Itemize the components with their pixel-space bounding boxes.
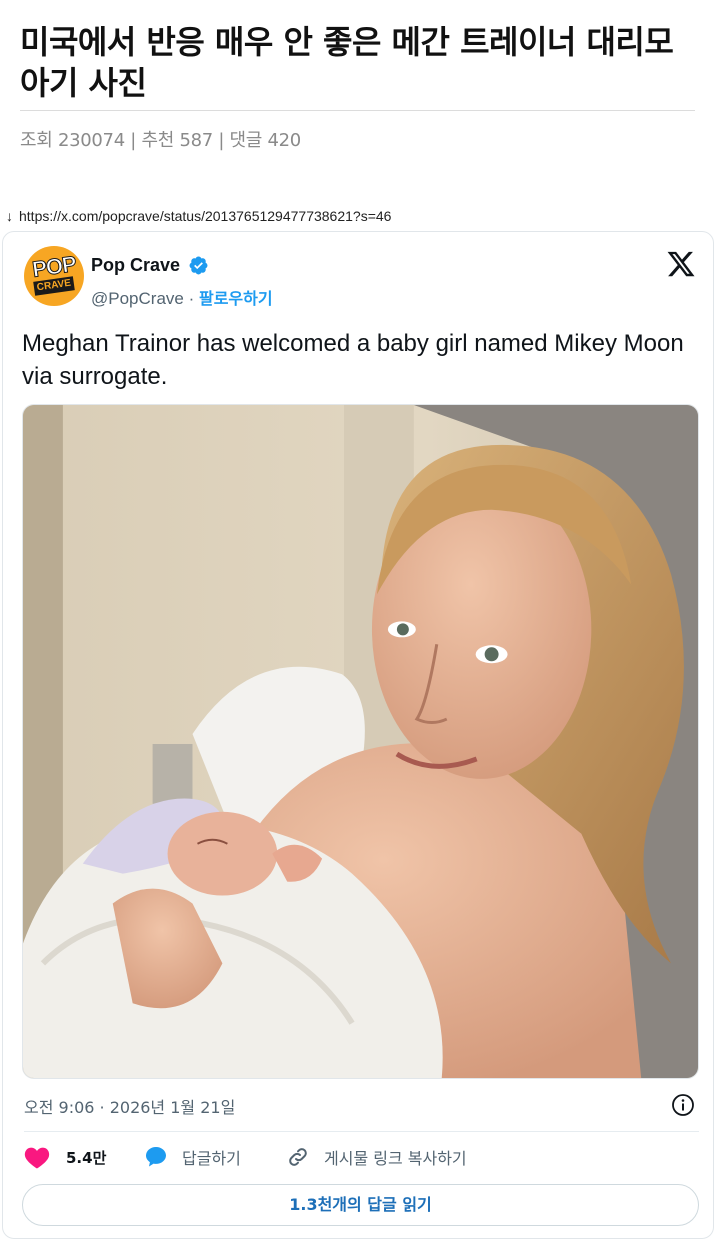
recommend-count: 587 xyxy=(179,130,213,151)
tweet-photo[interactable] xyxy=(22,404,699,1079)
reply-bubble-icon xyxy=(146,1147,166,1167)
link-icon xyxy=(289,1148,307,1166)
tweet-text: Meghan Trainor has welcomed a baby girl … xyxy=(22,330,684,390)
tweet-actions: 5.4만 답글하기 게시물 링크 복사하기 xyxy=(24,1143,704,1171)
follow-button[interactable]: 팔로우하기 xyxy=(199,289,273,308)
read-replies-button[interactable]: 1.3천개의 답글 읽기 xyxy=(22,1184,699,1226)
views-count: 230074 xyxy=(57,130,125,151)
copy-link-label: 게시물 링크 복사하기 xyxy=(324,1149,467,1168)
meta-separator: | xyxy=(218,130,225,151)
comments-label: 댓글 xyxy=(229,130,263,151)
comments-count: 420 xyxy=(267,130,301,151)
author-handle[interactable]: @PopCrave xyxy=(91,289,184,308)
post-meta: 조회 230074 | 추천 587 | 댓글 420 xyxy=(20,126,301,152)
meta-separator: | xyxy=(130,130,137,151)
post-title: 미국에서 반응 매우 안 좋은 메간 트레이너 대리모 아기 사진 xyxy=(20,23,674,102)
source-link[interactable]: ↓ https://x.com/popcrave/status/201376512… xyxy=(6,208,391,224)
heart-icon xyxy=(24,1147,50,1169)
like-button[interactable]: 5.4만 xyxy=(24,1143,106,1171)
info-icon[interactable] xyxy=(671,1093,695,1117)
reply-label: 답글하기 xyxy=(182,1149,241,1168)
actions-divider xyxy=(24,1131,699,1132)
recommend-label: 추천 xyxy=(141,130,175,151)
reply-button[interactable]: 답글하기 xyxy=(144,1143,241,1171)
handle-separator: · xyxy=(183,289,199,308)
copy-link-button[interactable]: 게시물 링크 복사하기 xyxy=(286,1143,467,1171)
like-count: 5.4만 xyxy=(66,1148,107,1167)
avatar[interactable]: POP CRAVE xyxy=(24,246,84,306)
handle-row: @PopCrave · 팔로우하기 xyxy=(91,285,273,309)
verified-badge-icon xyxy=(189,256,208,275)
views-label: 조회 xyxy=(20,130,53,151)
source-url[interactable]: https://x.com/popcrave/status/2013765129… xyxy=(19,208,391,224)
x-logo-icon[interactable] xyxy=(666,249,696,279)
down-arrow-icon: ↓ xyxy=(6,208,13,224)
tweet-timestamp[interactable]: 오전 9:06 · 2026년 1월 21일 xyxy=(24,1094,235,1118)
author-name[interactable]: Pop Crave xyxy=(91,255,180,276)
title-divider xyxy=(20,110,695,111)
